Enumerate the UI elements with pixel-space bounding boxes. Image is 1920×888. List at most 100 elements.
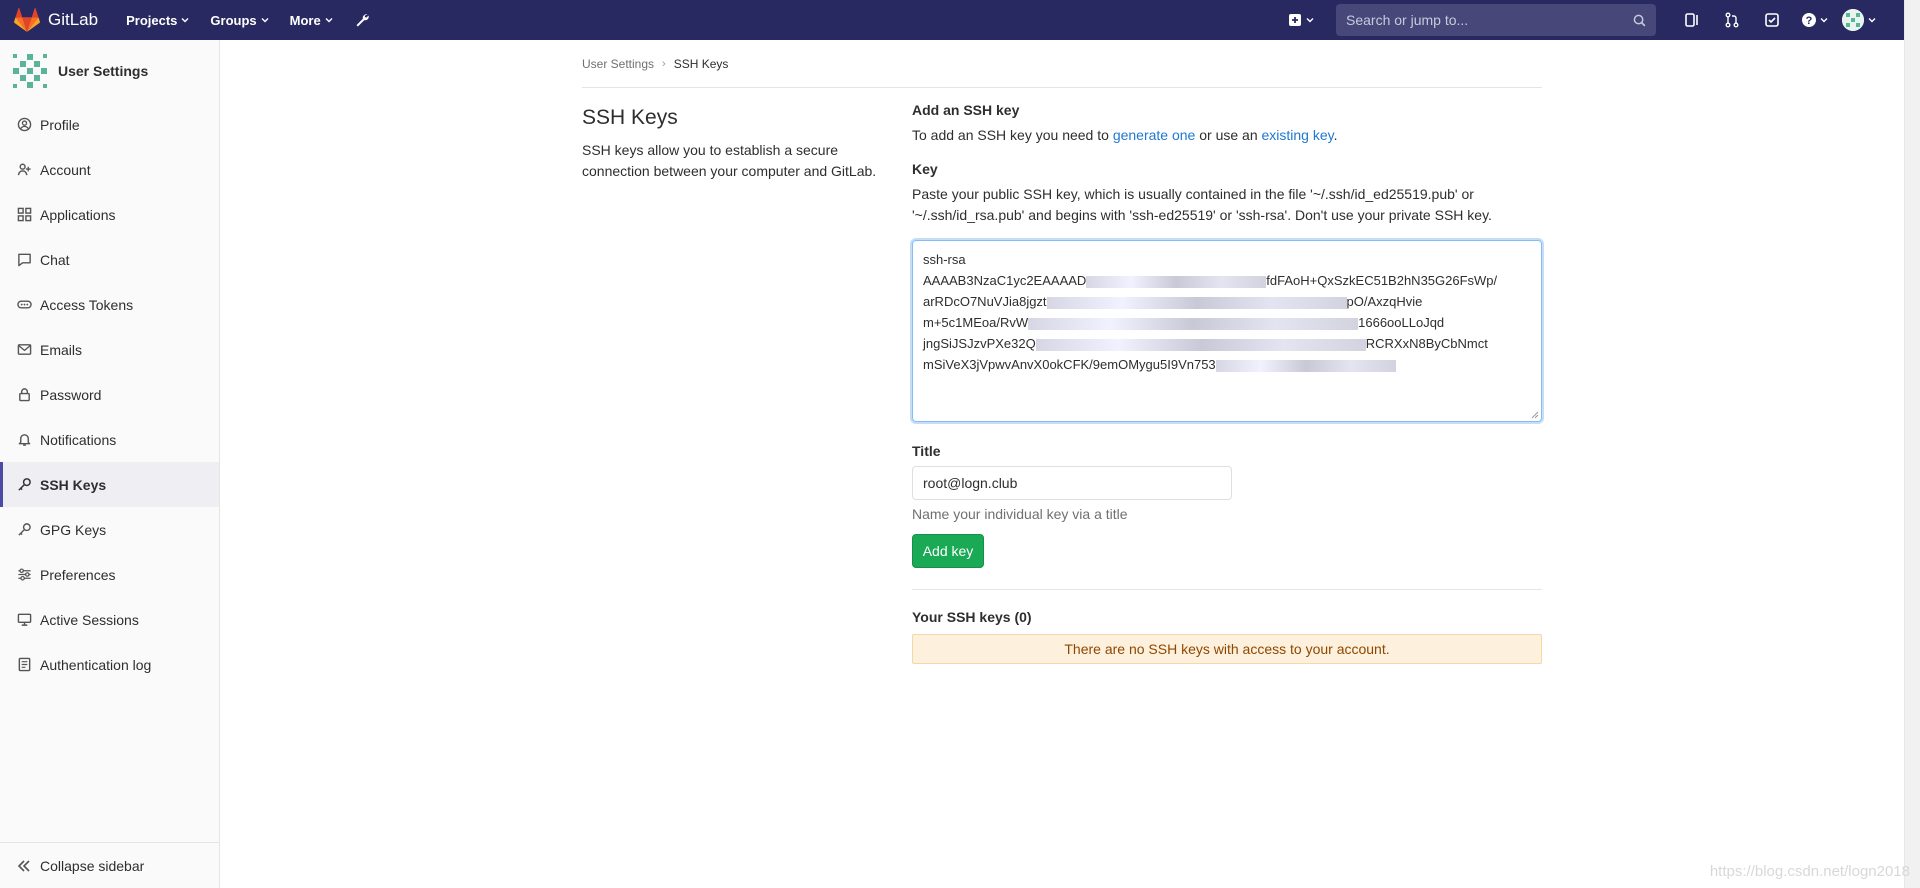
double-chevron-left-icon (17, 859, 30, 872)
add-key-heading: Add an SSH key (912, 102, 1020, 118)
sidebar-item-ssh-keys[interactable]: SSH Keys (0, 462, 219, 507)
user-menu-dropdown[interactable] (1842, 9, 1876, 31)
collapse-sidebar-button[interactable]: Collapse sidebar (0, 842, 219, 888)
merge-requests-button[interactable] (1712, 0, 1752, 40)
intro-prefix: To add an SSH key you need to (912, 127, 1113, 143)
existing-key-link[interactable]: existing key (1262, 127, 1334, 143)
sidebar-item-label: Profile (40, 116, 80, 133)
redacted-blur (1086, 275, 1267, 288)
page-title: SSH Keys (582, 106, 678, 129)
add-key-button[interactable]: Add key (912, 534, 984, 568)
profile-icon (16, 117, 32, 133)
key-line: jngSiJSJzvPXe32Q RCRXxN8ByCbNmct (923, 333, 1531, 354)
main-menu: Projects Groups More (126, 12, 370, 28)
plus-square-icon (1289, 14, 1301, 26)
groups-dropdown[interactable]: Groups (210, 12, 269, 28)
breadcrumb-current[interactable]: SSH Keys (674, 57, 729, 71)
redacted-blur (1215, 359, 1396, 372)
title-field[interactable] (912, 466, 1232, 500)
title-label: Title (912, 443, 941, 459)
navbar-right: Search or jump to... ? (1288, 0, 1904, 40)
sidebar-item-label: Access Tokens (40, 296, 134, 313)
sidebar-item-gpg-keys[interactable]: GPG Keys (0, 507, 219, 552)
sidebar-item-profile[interactable]: Profile (0, 102, 219, 147)
key-line: ssh-rsa (923, 249, 1531, 270)
resize-handle-icon[interactable] (1529, 409, 1539, 419)
sidebar-item-access-tokens[interactable]: Access Tokens (0, 282, 219, 327)
no-keys-alert: There are no SSH keys with access to you… (912, 634, 1542, 664)
sidebar-item-account[interactable]: Account (0, 147, 219, 192)
generate-one-link[interactable]: generate one (1113, 127, 1196, 143)
collapse-sidebar-label: Collapse sidebar (40, 857, 145, 874)
search-placeholder: Search or jump to... (1346, 12, 1469, 28)
sidebar-item-emails[interactable]: Emails (0, 327, 219, 372)
section-divider (912, 589, 1542, 590)
todo-icon (1765, 13, 1779, 27)
breadcrumb-parent-link[interactable]: User Settings (582, 57, 654, 71)
add-key-form: Add an SSH key To add an SSH key you nee… (912, 88, 1542, 664)
search-input[interactable]: Search or jump to... (1336, 4, 1656, 36)
redacted-blur (1046, 296, 1347, 309)
sidebar-item-password[interactable]: Password (0, 372, 219, 417)
merge-request-icon (1725, 12, 1739, 28)
page-scrollbar[interactable] (1904, 0, 1920, 888)
projects-dropdown[interactable]: Projects (126, 13, 189, 28)
projects-label: Projects (126, 12, 178, 28)
key-line: arRDcO7NuVJia8jgzt pO/AxzqHvie (923, 291, 1531, 312)
sidebar-item-label: SSH Keys (40, 476, 107, 493)
groups-label: Groups (210, 12, 257, 28)
sidebar-nav: Profile Account Applications Chat Access… (0, 102, 219, 687)
sidebar-header[interactable]: User Settings (0, 40, 219, 102)
sidebar-item-applications[interactable]: Applications (0, 192, 219, 237)
sidebar-item-chat[interactable]: Chat (0, 237, 219, 282)
applications-icon (16, 207, 32, 223)
no-keys-message: There are no SSH keys with access to you… (1064, 641, 1390, 657)
access-tokens-icon (16, 297, 32, 313)
todos-button[interactable] (1752, 0, 1792, 40)
key-icon (16, 522, 32, 538)
admin-wrench-icon[interactable] (354, 12, 370, 28)
sidebar-item-label: GPG Keys (40, 521, 107, 538)
key-line-text: jngSiJSJzvPXe32Q (923, 336, 1036, 351)
key-line: mSiVeX3jVpwvAnvX0okCFK/9emOMygu5I9Vn753 (923, 354, 1531, 375)
sidebar-toggle-button[interactable] (1672, 0, 1712, 40)
chat-icon (16, 252, 32, 268)
sidebar-item-authentication-log[interactable]: Authentication log (0, 642, 219, 687)
key-line-tail: pO/AxzqHvie (1346, 294, 1423, 309)
preferences-icon (16, 567, 32, 583)
chevron-down-icon (181, 18, 189, 23)
chevron-down-icon (1820, 18, 1827, 23)
help-dropdown[interactable]: ? (1792, 0, 1836, 40)
svg-text:?: ? (1805, 15, 1812, 27)
key-line-tail: fdFAoH+QxSzkEC51B2hN35G26FsWp/ (1266, 273, 1498, 288)
key-line-text: AAAAB3NzaC1yc2EAAAAD (923, 273, 1087, 288)
sidebar-item-label: Active Sessions (40, 611, 139, 628)
chevron-down-icon (261, 18, 269, 23)
settings-sidebar: User Settings Profile Account Applicatio… (0, 40, 220, 888)
chevron-down-icon (325, 18, 333, 23)
key-textarea[interactable]: ssh-rsa AAAAB3NzaC1yc2EAAAAD fdFAoH+QxSzk… (912, 240, 1542, 422)
lock-icon (16, 387, 32, 403)
key-line-text: mSiVeX3jVpwvAnvX0okCFK/9e (923, 357, 1108, 372)
sidebar-item-preferences[interactable]: Preferences (0, 552, 219, 597)
gitlab-logo-icon (14, 8, 40, 32)
avatar (1842, 9, 1864, 31)
key-line: AAAAB3NzaC1yc2EAAAAD fdFAoH+QxSzkEC51B2hN… (923, 270, 1531, 291)
gitlab-home-link[interactable]: GitLab (14, 0, 98, 40)
chevron-down-icon (1306, 18, 1314, 23)
intro-suffix: . (1333, 127, 1338, 143)
watermark: https://blog.csdn.net/logn2018 (1709, 863, 1910, 880)
bell-icon (16, 432, 32, 448)
chevron-right-icon: › (662, 57, 666, 70)
key-line-tail: mOMygu5I9Vn753 (1107, 357, 1216, 372)
breadcrumb: User Settings › SSH Keys (582, 40, 1542, 88)
emails-icon (16, 342, 32, 358)
sidebar-item-notifications[interactable]: Notifications (0, 417, 219, 462)
more-dropdown[interactable]: More (290, 13, 333, 28)
redacted-blur (1028, 317, 1359, 330)
sidebar-toggle-icon (1685, 13, 1698, 27)
new-item-dropdown[interactable] (1288, 13, 1314, 27)
sidebar-item-active-sessions[interactable]: Active Sessions (0, 597, 219, 642)
chevron-down-icon (1868, 18, 1876, 23)
more-label: More (289, 12, 321, 28)
